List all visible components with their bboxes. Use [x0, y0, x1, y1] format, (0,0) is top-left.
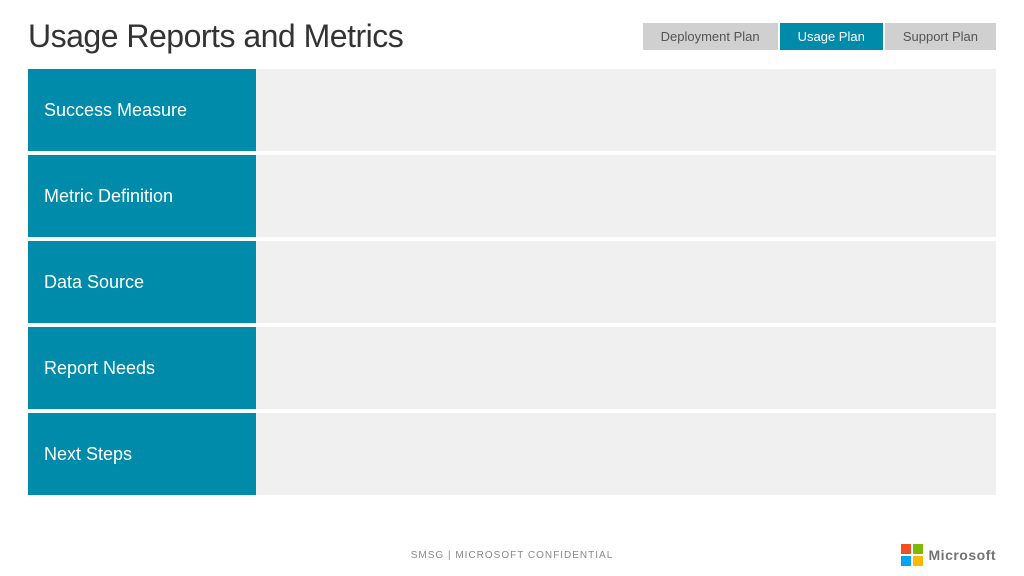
row-success-measure: Success Measure [28, 69, 996, 151]
ms-square-blue [901, 556, 911, 566]
row-report-needs: Report Needs [28, 327, 996, 409]
footer-confidential: SMSG | MICROSOFT CONFIDENTIAL [351, 550, 674, 561]
row-label-report-needs: Report Needs [28, 327, 256, 409]
tab-deployment[interactable]: Deployment Plan [643, 23, 778, 50]
row-content-next-steps [256, 413, 996, 495]
microsoft-logo: Microsoft [673, 544, 996, 566]
row-label-next-steps: Next Steps [28, 413, 256, 495]
ms-square-red [901, 544, 911, 554]
row-content-success-measure [256, 69, 996, 151]
row-metric-definition: Metric Definition [28, 155, 996, 237]
row-data-source: Data Source [28, 241, 996, 323]
tab-usage[interactable]: Usage Plan [780, 23, 883, 50]
header: Usage Reports and Metrics Deployment Pla… [0, 0, 1024, 65]
row-content-metric-definition [256, 155, 996, 237]
row-content-report-needs [256, 327, 996, 409]
ms-squares-icon [901, 544, 923, 566]
row-next-steps: Next Steps [28, 413, 996, 495]
row-label-data-source: Data Source [28, 241, 256, 323]
nav-tabs: Deployment Plan Usage Plan Support Plan [643, 23, 996, 50]
tab-support[interactable]: Support Plan [885, 23, 996, 50]
ms-logo-text: Microsoft [929, 547, 997, 563]
row-content-data-source [256, 241, 996, 323]
page-title: Usage Reports and Metrics [28, 18, 403, 55]
ms-square-green [913, 544, 923, 554]
main-content: Success Measure Metric Definition Data S… [0, 69, 1024, 495]
row-label-metric-definition: Metric Definition [28, 155, 256, 237]
ms-square-yellow [913, 556, 923, 566]
footer: SMSG | MICROSOFT CONFIDENTIAL Microsoft [0, 544, 1024, 566]
row-label-success-measure: Success Measure [28, 69, 256, 151]
